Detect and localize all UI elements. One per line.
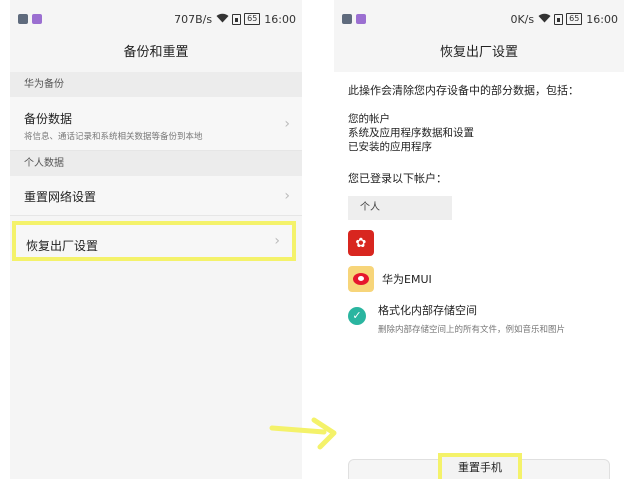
battery-icon: 65 (244, 13, 261, 25)
checkmark-icon[interactable]: ✓ (348, 307, 366, 325)
account-name: 华为EMUI (382, 273, 432, 286)
list-item-title: 重置网络设置 (24, 190, 97, 204)
network-speed: 707B/s (174, 12, 213, 26)
notification-icon (18, 14, 28, 24)
chevron-right-icon: › (284, 115, 290, 132)
data-list: 您的帐户 系统及应用程序数据和设置 已安装的应用程序 (348, 112, 610, 154)
notification-icon (342, 14, 352, 24)
list-item-subtitle: 将信息、通话记录和系统相关数据等备份到本地 (24, 132, 203, 142)
network-speed: 0K/s (510, 12, 535, 26)
format-subtitle: 删除内部存储空间上的所有文件，例如音乐和图片 (378, 325, 566, 335)
account-row: 华为EMUI (348, 266, 610, 292)
list-item-title: 恢复出厂设置 (26, 239, 99, 253)
clock: 16:00 (264, 12, 296, 26)
right-phone-screen: 0K/s 65 16:00 恢复出厂设置 此操作会清除您内存设备中的部分数据，包… (334, 0, 624, 479)
page-title: 恢复出厂设置 (334, 38, 624, 72)
data-list-item: 您的帐户 (348, 113, 390, 125)
page-title: 备份和重置 (123, 45, 189, 60)
reset-phone-button[interactable]: 重置手机 (438, 453, 522, 479)
section-header-huawei-backup: 华为备份 (10, 72, 302, 97)
section-header-personal-data: 个人数据 (10, 151, 302, 176)
app-notification-icon (32, 14, 42, 24)
app-notification-icon (356, 14, 366, 24)
left-phone-screen: 707B/s 65 16:00 备份和重置 华为备份 备份数据 将信息、通话记录… (10, 0, 302, 479)
data-list-item: 已安装的应用程序 (348, 141, 432, 153)
chevron-right-icon: › (284, 187, 290, 204)
huawei-logo-icon: ✿ (348, 230, 374, 256)
list-item-reset-network[interactable]: 重置网络设置 › (10, 176, 302, 216)
weibo-icon (348, 266, 374, 292)
arrow-annotation-icon (269, 417, 337, 450)
battery-icon: 65 (566, 13, 583, 25)
sim-icon (554, 13, 564, 25)
chevron-right-icon: › (274, 233, 280, 249)
personal-chip: 个人 (348, 196, 452, 220)
wifi-icon (216, 12, 229, 26)
logged-in-label: 您已登录以下帐户： (348, 172, 447, 185)
data-list-item: 系统及应用程序数据和设置 (348, 127, 474, 139)
wifi-icon (538, 12, 551, 26)
format-storage-option[interactable]: ✓ 格式化内部存储空间 删除内部存储空间上的所有文件，例如音乐和图片 (348, 302, 610, 335)
list-item-factory-reset[interactable]: 恢复出厂设置 › (12, 221, 296, 261)
format-title: 格式化内部存储空间 (378, 304, 477, 317)
status-bar: 707B/s 65 16:00 (10, 0, 302, 38)
list-item-backup-data[interactable]: 备份数据 将信息、通话记录和系统相关数据等备份到本地 › (10, 97, 302, 151)
warning-text: 此操作会清除您内存设备中的部分数据，包括： (348, 84, 579, 97)
clock: 16:00 (586, 12, 618, 26)
list-item-title: 备份数据 (24, 112, 73, 126)
status-bar: 0K/s 65 16:00 (334, 0, 624, 38)
sim-icon (232, 13, 242, 25)
